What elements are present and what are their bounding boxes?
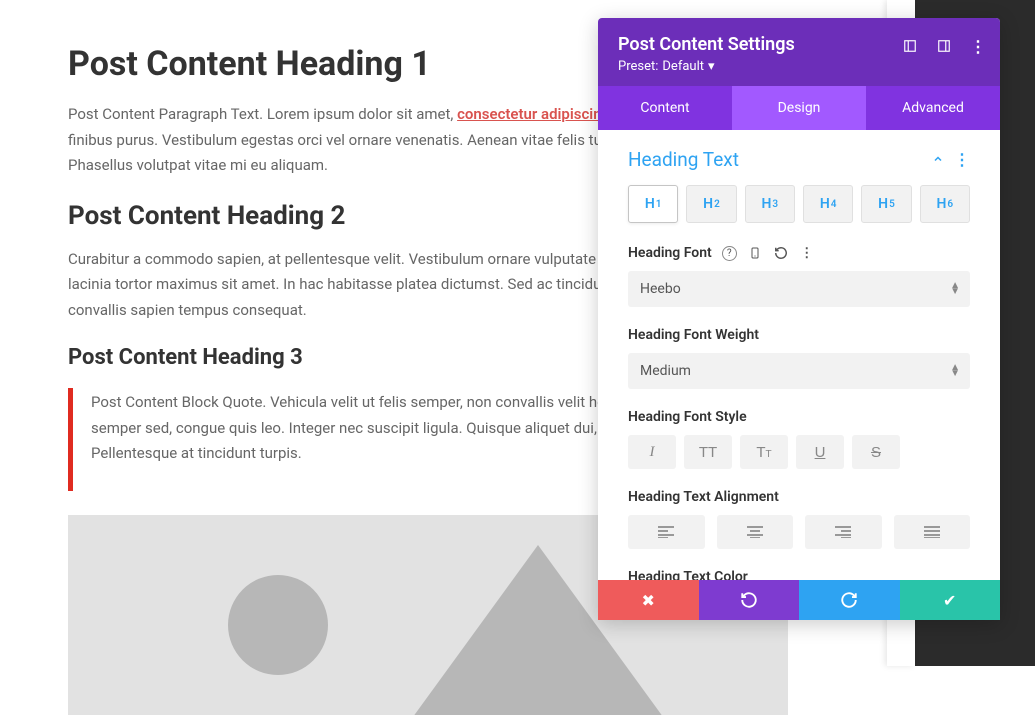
heading-level-h1[interactable]: H1 [628,185,678,223]
check-icon: ✔ [943,591,956,610]
panel-preset[interactable]: Preset: Default ▾ [618,59,980,74]
tab-advanced[interactable]: Advanced [866,86,1000,130]
paragraph-text: Post Content Paragraph Text. Lorem ipsum… [68,105,457,123]
style-italic-button[interactable]: I [628,435,676,469]
chevron-up-icon[interactable] [932,150,944,169]
close-icon: ✖ [642,591,655,610]
panel-action-bar: ✖ ✔ [598,580,1000,620]
align-left-icon [658,526,674,538]
settings-panel: Post Content Settings Preset: Default ▾ … [598,18,1000,620]
heading-level-h5[interactable]: H5 [861,185,911,223]
placeholder-circle [228,575,328,675]
label-heading-weight: Heading Font Weight [628,327,970,343]
underline-icon: U [815,444,826,461]
heading-level-h6[interactable]: H6 [920,185,970,223]
heading-level-row: H1 H2 H3 H4 H5 H6 [628,185,970,223]
align-right-icon [835,526,851,538]
align-left-button[interactable] [628,515,705,549]
select-arrows-icon: ▲▼ [950,365,960,377]
save-button[interactable]: ✔ [900,580,1001,620]
more-icon[interactable]: ⋮ [799,245,815,261]
label-heading-color: Heading Text Color [628,569,970,580]
smallcaps-icon: TT [756,444,771,461]
heading-level-h4[interactable]: H4 [803,185,853,223]
style-uppercase-button[interactable]: TT [684,435,732,469]
style-strikethrough-button[interactable]: S [852,435,900,469]
tab-design[interactable]: Design [732,86,866,130]
label-heading-style: Heading Font Style [628,409,970,425]
align-center-button[interactable] [717,515,794,549]
tab-content[interactable]: Content [598,86,732,130]
panel-tabs: Content Design Advanced [598,86,1000,130]
italic-icon: I [650,444,655,461]
expand-icon[interactable] [902,38,918,54]
more-icon[interactable]: ⋮ [970,38,986,54]
heading-level-h3[interactable]: H3 [745,185,795,223]
label-heading-align: Heading Text Alignment [628,489,970,505]
align-justify-button[interactable] [894,515,971,549]
select-value: Medium [640,363,691,379]
align-right-button[interactable] [805,515,882,549]
uppercase-icon: TT [699,444,717,461]
responsive-icon[interactable] [747,245,763,261]
heading-level-h2[interactable]: H2 [686,185,736,223]
section-heading-text[interactable]: Heading Text [628,148,739,171]
style-underline-button[interactable]: U [796,435,844,469]
snap-icon[interactable] [936,38,952,54]
select-heading-weight[interactable]: Medium ▲▼ [628,353,970,389]
select-value: Heebo [640,281,681,297]
undo-button[interactable] [699,580,800,620]
redo-button[interactable] [799,580,900,620]
more-icon[interactable]: ⋮ [954,150,970,169]
reset-icon[interactable] [773,245,789,261]
preset-value: Default [662,59,704,74]
chevron-down-icon: ▾ [708,59,715,74]
align-justify-icon [924,526,940,538]
help-icon[interactable]: ? [722,246,737,261]
panel-header[interactable]: Post Content Settings Preset: Default ▾ … [598,18,1000,86]
redo-icon [840,591,858,609]
preset-label: Preset: [618,59,658,74]
select-arrows-icon: ▲▼ [950,283,960,295]
strikethrough-icon: S [871,444,881,461]
panel-body: Heading Text ⋮ H1 H2 H3 H4 H5 H6 Heading… [598,130,1000,580]
select-heading-font[interactable]: Heebo ▲▼ [628,271,970,307]
label-heading-font: Heading Font [628,245,712,261]
align-center-icon [747,526,763,538]
undo-icon [740,591,758,609]
cancel-button[interactable]: ✖ [598,580,699,620]
style-smallcaps-button[interactable]: TT [740,435,788,469]
